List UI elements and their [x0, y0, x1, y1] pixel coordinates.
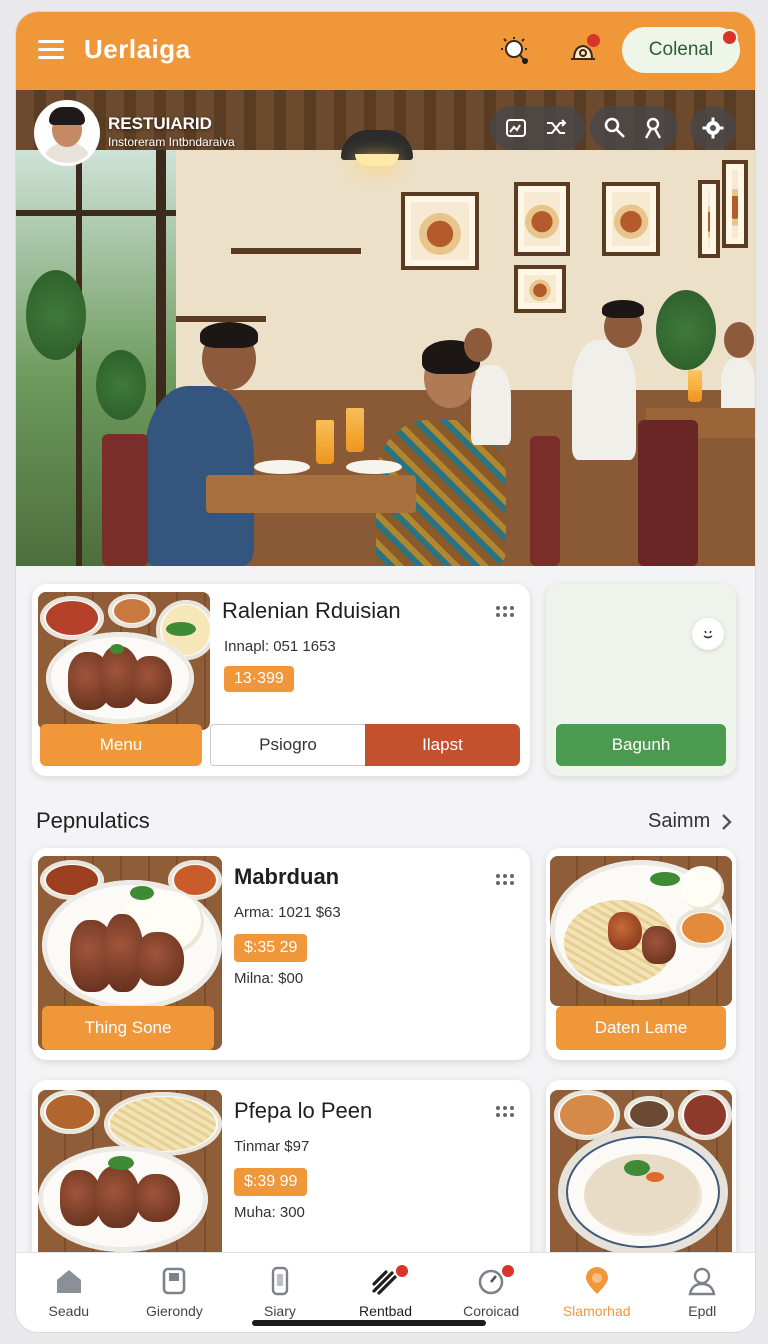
colenal-button[interactable]: Colenal — [622, 27, 740, 73]
bagunh-button[interactable]: Bagunh — [556, 724, 726, 766]
item-price: $:39 99 — [234, 1168, 308, 1196]
item-more-icon[interactable] — [494, 872, 516, 886]
list-item[interactable]: Pfepa lo Peen Tinmar $97 $:39 99 Muha: 3… — [32, 1080, 530, 1270]
search-icon[interactable] — [596, 108, 634, 148]
bell-icon[interactable] — [564, 32, 602, 70]
item-more-icon[interactable] — [494, 1104, 516, 1118]
item-meta-1: Arma: 1021 $63 — [234, 904, 341, 921]
side-card[interactable]: Bagunh — [546, 584, 736, 776]
pill-badge — [721, 29, 738, 46]
sun-search-icon[interactable] — [496, 32, 534, 70]
item-price: $:35 29 — [234, 934, 308, 962]
featured-food-image — [38, 592, 210, 730]
side-item-image — [550, 856, 732, 1006]
ilapst-button[interactable]: Ilapst — [365, 724, 520, 766]
nav-label: Seadu — [48, 1303, 90, 1319]
nav-label: Siary — [263, 1303, 296, 1319]
smile-icon[interactable] — [692, 618, 724, 650]
restaurant-name: RESTUIARID — [108, 114, 212, 133]
item-title: Mabrduan — [234, 864, 340, 889]
location-icon — [585, 1267, 608, 1294]
menu-button[interactable]: Menu — [40, 724, 202, 766]
see-all-label: Saimm — [648, 810, 711, 832]
notification-badge — [499, 1263, 516, 1279]
featured-price: 13·399 — [224, 666, 294, 692]
restaurant-subtitle: Instoreram Intbndaraiva — [108, 135, 235, 149]
item-meta-1: Tinmar $97 — [234, 1138, 310, 1155]
nav-label: Slamorhad — [562, 1303, 631, 1319]
list-item[interactable]: Mabrduan Arma: 1021 $63 $:35 29 Milna: $… — [32, 848, 530, 1060]
daten-lame-button[interactable]: Daten Lame — [556, 1006, 726, 1050]
side-item-card[interactable]: Daten Lame — [546, 848, 736, 1060]
item-meta-2: Muha: 300 — [234, 1204, 305, 1221]
item-food-image — [38, 1090, 222, 1260]
nav-item-seadu[interactable]: Seadu — [16, 1253, 122, 1332]
nav-item-gierondy[interactable]: Gierondy — [122, 1253, 228, 1332]
nav-item-epdl[interactable]: Epdl — [649, 1253, 755, 1332]
hero-toolbar-left — [490, 106, 586, 150]
see-all-link[interactable]: Saimm — [648, 810, 732, 833]
featured-more-icon[interactable] — [494, 604, 516, 618]
item-meta-2: Milna: $00 — [234, 970, 304, 987]
home-icon — [56, 1270, 81, 1293]
image-icon[interactable] — [496, 108, 536, 148]
nav-label: Gierondy — [145, 1303, 203, 1319]
featured-card[interactable]: Ralenian Rduisian Innapl: 051 1653 13·39… — [32, 584, 530, 776]
section-title: Pepnulatics — [36, 808, 150, 833]
nav-label: Coroicad — [463, 1303, 520, 1319]
save-icon — [163, 1267, 186, 1295]
side-item-card[interactable] — [546, 1080, 736, 1270]
hero-image: RESTUIARID Instoreram Intbndaraiva — [16, 90, 755, 566]
top-app-bar: Uerlaiga Colenal — [16, 12, 755, 90]
phone-icon — [271, 1266, 289, 1296]
thing-sone-button[interactable]: Thing Sone — [42, 1006, 214, 1050]
notification-badge — [585, 32, 602, 49]
restaurant-avatar[interactable] — [34, 100, 100, 166]
psiogro-button[interactable]: Psiogro — [210, 724, 366, 766]
hero-toolbar-right — [590, 106, 678, 150]
app-screen: Uerlaiga Colenal RESTUIARID Instoreram I… — [16, 12, 755, 1332]
app-title: Uerlaiga — [84, 34, 191, 64]
gear-icon[interactable] — [696, 108, 730, 148]
profile-icon — [688, 1267, 716, 1296]
chevron-right-icon — [722, 813, 732, 830]
notification-badge — [393, 1263, 410, 1279]
menu-icon[interactable] — [38, 40, 64, 60]
side-item-image — [550, 1090, 732, 1260]
user-icon[interactable] — [634, 108, 672, 148]
item-title: Pfepa lo Peen — [234, 1098, 373, 1123]
nav-item-slamorhad[interactable]: Slamorhad — [544, 1253, 650, 1332]
colenal-button-label: Colenal — [648, 39, 714, 60]
nav-label: Epdl — [688, 1303, 717, 1319]
featured-meta: Innapl: 051 1653 — [224, 638, 336, 655]
home-indicator[interactable] — [252, 1320, 486, 1326]
featured-title: Ralenian Rduisian — [222, 598, 401, 623]
shuffle-icon[interactable] — [536, 108, 576, 148]
hero-settings — [690, 106, 736, 150]
nav-label: Rentbad — [359, 1303, 412, 1319]
